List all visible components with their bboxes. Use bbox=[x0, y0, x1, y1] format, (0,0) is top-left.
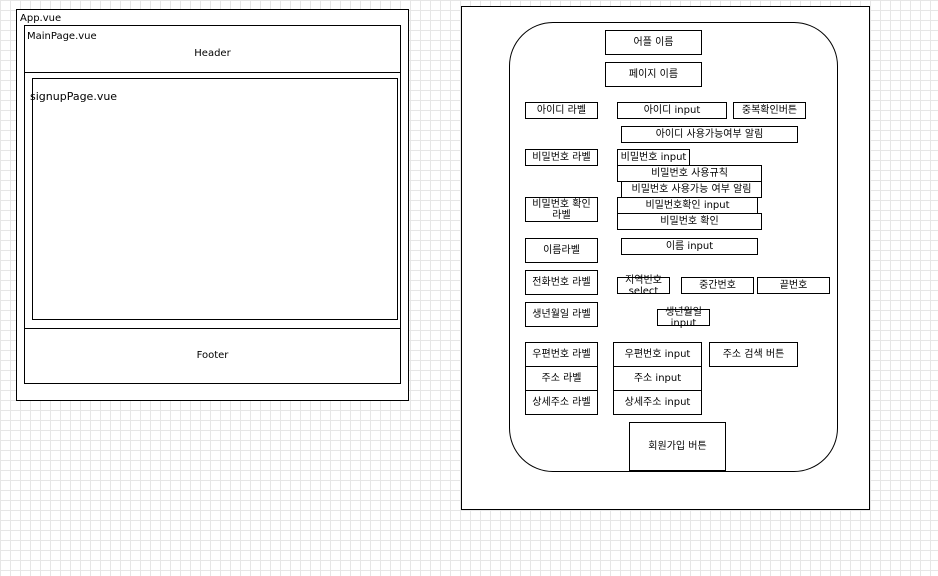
main-page-label: MainPage.vue bbox=[27, 31, 97, 42]
password-input[interactable]: 비밀번호 input bbox=[617, 149, 690, 166]
birthdate-input[interactable]: 생년월일 input bbox=[657, 307, 710, 329]
page-name-box: 페이지 이름 bbox=[605, 62, 702, 87]
main-page-header-box: MainPage.vue Header bbox=[24, 25, 401, 73]
header-label: Header bbox=[194, 48, 231, 59]
signup-page-label: signupPage.vue bbox=[30, 90, 118, 103]
password-rules: 비밀번호 사용규칙 bbox=[617, 165, 762, 182]
address-search-button[interactable]: 주소 검색 버튼 bbox=[709, 342, 798, 367]
name-label: 이름라벨 bbox=[525, 238, 598, 263]
signup-button[interactable]: 회원가입 버튼 bbox=[629, 422, 726, 471]
password-availability-alert: 비밀번호 사용가능 여부 알림 bbox=[621, 181, 762, 198]
password-confirm-check: 비밀번호 확인 bbox=[617, 213, 762, 230]
password-confirm-label: 비밀번호 확인 라벨 bbox=[525, 197, 598, 222]
detail-address-label: 상세주소 라벨 bbox=[525, 390, 598, 415]
duplicate-check-button[interactable]: 중복확인버튼 bbox=[733, 102, 806, 119]
detail-address-input[interactable]: 상세주소 input bbox=[613, 390, 702, 415]
zipcode-input[interactable]: 우편번호 input bbox=[613, 342, 702, 367]
id-label: 아이디 라벨 bbox=[525, 102, 598, 119]
address-label: 주소 라벨 bbox=[525, 366, 598, 391]
app-vue-label: App.vue bbox=[20, 13, 62, 24]
signup-page-box: signupPage.vue bbox=[30, 78, 398, 320]
password-confirm-input[interactable]: 비밀번호확인 input bbox=[617, 197, 758, 214]
last-number-input[interactable]: 끝번호 bbox=[757, 277, 830, 294]
footer-label: Footer bbox=[196, 350, 229, 361]
name-input[interactable]: 이름 input bbox=[621, 238, 758, 255]
app-name-box: 어플 이름 bbox=[605, 30, 702, 55]
middle-number-input[interactable]: 중간번호 bbox=[681, 277, 754, 294]
area-code-select[interactable]: 지역번호 select bbox=[617, 275, 670, 297]
footer-box: Footer bbox=[24, 328, 401, 384]
id-input[interactable]: 아이디 input bbox=[617, 102, 727, 119]
birthdate-label: 생년월일 라벨 bbox=[525, 302, 598, 327]
zipcode-label: 우편번호 라벨 bbox=[525, 342, 598, 367]
address-input[interactable]: 주소 input bbox=[613, 366, 702, 391]
password-label: 비밀번호 라벨 bbox=[525, 149, 598, 166]
id-availability-alert: 아이디 사용가능여부 알림 bbox=[621, 126, 798, 143]
phone-label: 전화번호 라벨 bbox=[525, 270, 598, 295]
